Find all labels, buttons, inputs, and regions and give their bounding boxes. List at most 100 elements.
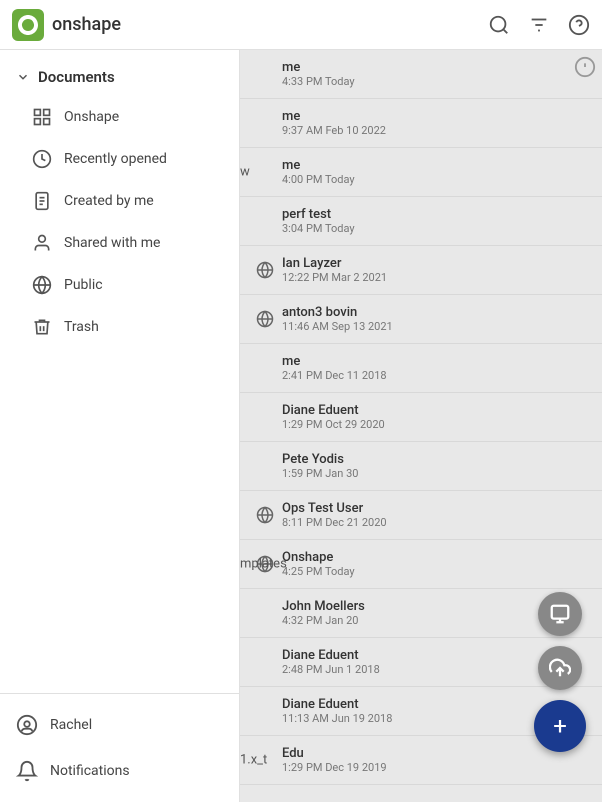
app-title: onshape [52, 14, 121, 35]
sidebar-item-created-by-me[interactable]: Created by me [0, 180, 239, 222]
export-icon [549, 603, 571, 625]
info-badge-icon[interactable] [574, 56, 596, 78]
document-icon [32, 191, 52, 211]
list-item-info: Ops Test User 8:11 PM Dec 21 2020 [282, 501, 387, 529]
list-item-info: John Moellers 4:32 PM Jan 20 [282, 599, 365, 627]
person-icon [32, 233, 52, 253]
list-item[interactable]: perf test 3:04 PM Today [240, 197, 602, 246]
list-item-left: Diane Eduent 1:29 PM Oct 29 2020 [256, 403, 586, 431]
list-item-owner: Onshape [282, 550, 355, 565]
list-item[interactable]: me 2:41 PM Dec 11 2018 [240, 344, 602, 393]
sidebar-header-label: Documents [38, 68, 115, 86]
list-item[interactable]: Ian Layzer 12:22 PM Mar 2 2021 [240, 246, 602, 295]
sidebar-item-trash-label: Trash [64, 319, 99, 335]
list-item-info: me 2:41 PM Dec 11 2018 [282, 354, 387, 382]
sidebar: Documents Onshape Recently opened [0, 50, 240, 802]
main-layout: Documents Onshape Recently opened [0, 50, 602, 802]
partial-name-text: w [240, 165, 250, 180]
sidebar-item-onshape-label: Onshape [64, 109, 119, 125]
grid-icon [32, 107, 52, 127]
globe-badge-icon [256, 506, 274, 524]
list-item[interactable]: Diane Eduent 1:29 PM Oct 29 2020 [240, 393, 602, 442]
list-item[interactable]: me 4:33 PM Today [240, 50, 602, 99]
sidebar-footer: Rachel Notifications [0, 693, 239, 802]
sidebar-item-recently-opened[interactable]: Recently opened [0, 138, 239, 180]
upload-fab-button[interactable] [538, 646, 582, 690]
list-item-date: 8:11 PM Dec 21 2020 [282, 516, 387, 529]
list-item-info: anton3 bovin 11:46 AM Sep 13 2021 [282, 305, 393, 333]
notifications-label: Notifications [50, 763, 130, 779]
sidebar-documents-header[interactable]: Documents [0, 58, 239, 96]
list-item-date: 11:46 AM Sep 13 2021 [282, 320, 393, 333]
list-item-info: Edu 1:29 PM Dec 19 2019 [282, 746, 387, 774]
list-item-owner: Edu [282, 746, 387, 761]
topbar-actions [488, 14, 590, 36]
list-item-date: 4:25 PM Today [282, 565, 355, 578]
partial-name-text: 1.x_t [240, 753, 267, 768]
list-item-left: me 9:37 AM Feb 10 2022 [256, 109, 586, 137]
bell-icon [16, 760, 38, 782]
sidebar-item-shared-with-me[interactable]: Shared with me [0, 222, 239, 264]
fab-area: + [534, 592, 586, 752]
list-item-date: 4:32 PM Jan 20 [282, 614, 365, 627]
sidebar-item-trash[interactable]: Trash [0, 306, 239, 348]
list-item-date: 1:29 PM Oct 29 2020 [282, 418, 385, 431]
list-item-owner: Diane Eduent [282, 697, 392, 712]
list-item-date: 4:00 PM Today [282, 173, 355, 186]
globe-badge-icon [256, 310, 274, 328]
list-item-info: Diane Eduent 11:13 AM Jun 19 2018 [282, 697, 392, 725]
list-item-date: 12:22 PM Mar 2 2021 [282, 271, 387, 284]
sidebar-item-onshape[interactable]: Onshape [0, 96, 239, 138]
list-item-date: 1:29 PM Dec 19 2019 [282, 761, 387, 774]
export-fab-button[interactable] [538, 592, 582, 636]
list-item[interactable]: me 9:37 AM Feb 10 2022 [240, 99, 602, 148]
list-item-left: Ops Test User 8:11 PM Dec 21 2020 [256, 501, 586, 529]
sidebar-item-public-label: Public [64, 277, 103, 293]
list-item-owner: perf test [282, 207, 355, 222]
list-item-owner: anton3 bovin [282, 305, 393, 320]
list-item-date: 1:59 PM Jan 30 [282, 467, 358, 480]
globe-icon [32, 275, 52, 295]
list-item-owner: John Moellers [282, 599, 365, 614]
list-item-info: Diane Eduent 1:29 PM Oct 29 2020 [282, 403, 385, 431]
profile-label: Rachel [50, 717, 92, 733]
filter-icon[interactable] [528, 14, 550, 36]
list-item-info: me 4:00 PM Today [282, 158, 355, 186]
chevron-down-icon [16, 70, 30, 84]
list-item[interactable]: w me 4:00 PM Today [240, 148, 602, 197]
search-icon[interactable] [488, 14, 510, 36]
trash-icon [32, 317, 52, 337]
sidebar-profile[interactable]: Rachel [0, 702, 239, 748]
list-item-owner: Pete Yodis [282, 452, 358, 467]
list-item-left: Onshape 4:25 PM Today [256, 550, 586, 578]
partial-name-text: mplates [240, 557, 287, 572]
content-area: me 4:33 PM Today me 9:37 AM Feb 10 2022 … [240, 50, 602, 802]
sidebar-item-created-by-me-label: Created by me [64, 193, 154, 209]
list-item-left: perf test 3:04 PM Today [256, 207, 586, 235]
help-icon[interactable] [568, 14, 590, 36]
list-item[interactable]: anton3 bovin 11:46 AM Sep 13 2021 [240, 295, 602, 344]
list-item[interactable]: Pete Yodis 1:59 PM Jan 30 [240, 442, 602, 491]
globe-badge-icon [256, 261, 274, 279]
sidebar-item-public[interactable]: Public [0, 264, 239, 306]
list-item-date: 9:37 AM Feb 10 2022 [282, 124, 386, 137]
list-item-owner: me [282, 60, 355, 75]
upload-icon [549, 657, 571, 679]
list-item-left: me 4:33 PM Today [256, 60, 586, 88]
list-item-left: anton3 bovin 11:46 AM Sep 13 2021 [256, 305, 586, 333]
list-item-info: Pete Yodis 1:59 PM Jan 30 [282, 452, 358, 480]
list-item-owner: me [282, 109, 386, 124]
sidebar-notifications[interactable]: Notifications [0, 748, 239, 794]
list-item-owner: Diane Eduent [282, 403, 385, 418]
person-circle-icon [16, 714, 38, 736]
list-item[interactable]: Ops Test User 8:11 PM Dec 21 2020 [240, 491, 602, 540]
list-item-date: 4:33 PM Today [282, 75, 355, 88]
list-item-left: me 4:00 PM Today [256, 158, 586, 186]
list-item-info: Diane Eduent 2:48 PM Jun 1 2018 [282, 648, 380, 676]
sidebar-item-shared-with-me-label: Shared with me [64, 235, 160, 251]
list-item[interactable]: mplates Onshape 4:25 PM Today [240, 540, 602, 589]
list-item-date: 11:13 AM Jun 19 2018 [282, 712, 392, 725]
add-fab-button[interactable]: + [534, 700, 586, 752]
list-item-owner: me [282, 158, 355, 173]
list-item-left: Ian Layzer 12:22 PM Mar 2 2021 [256, 256, 586, 284]
